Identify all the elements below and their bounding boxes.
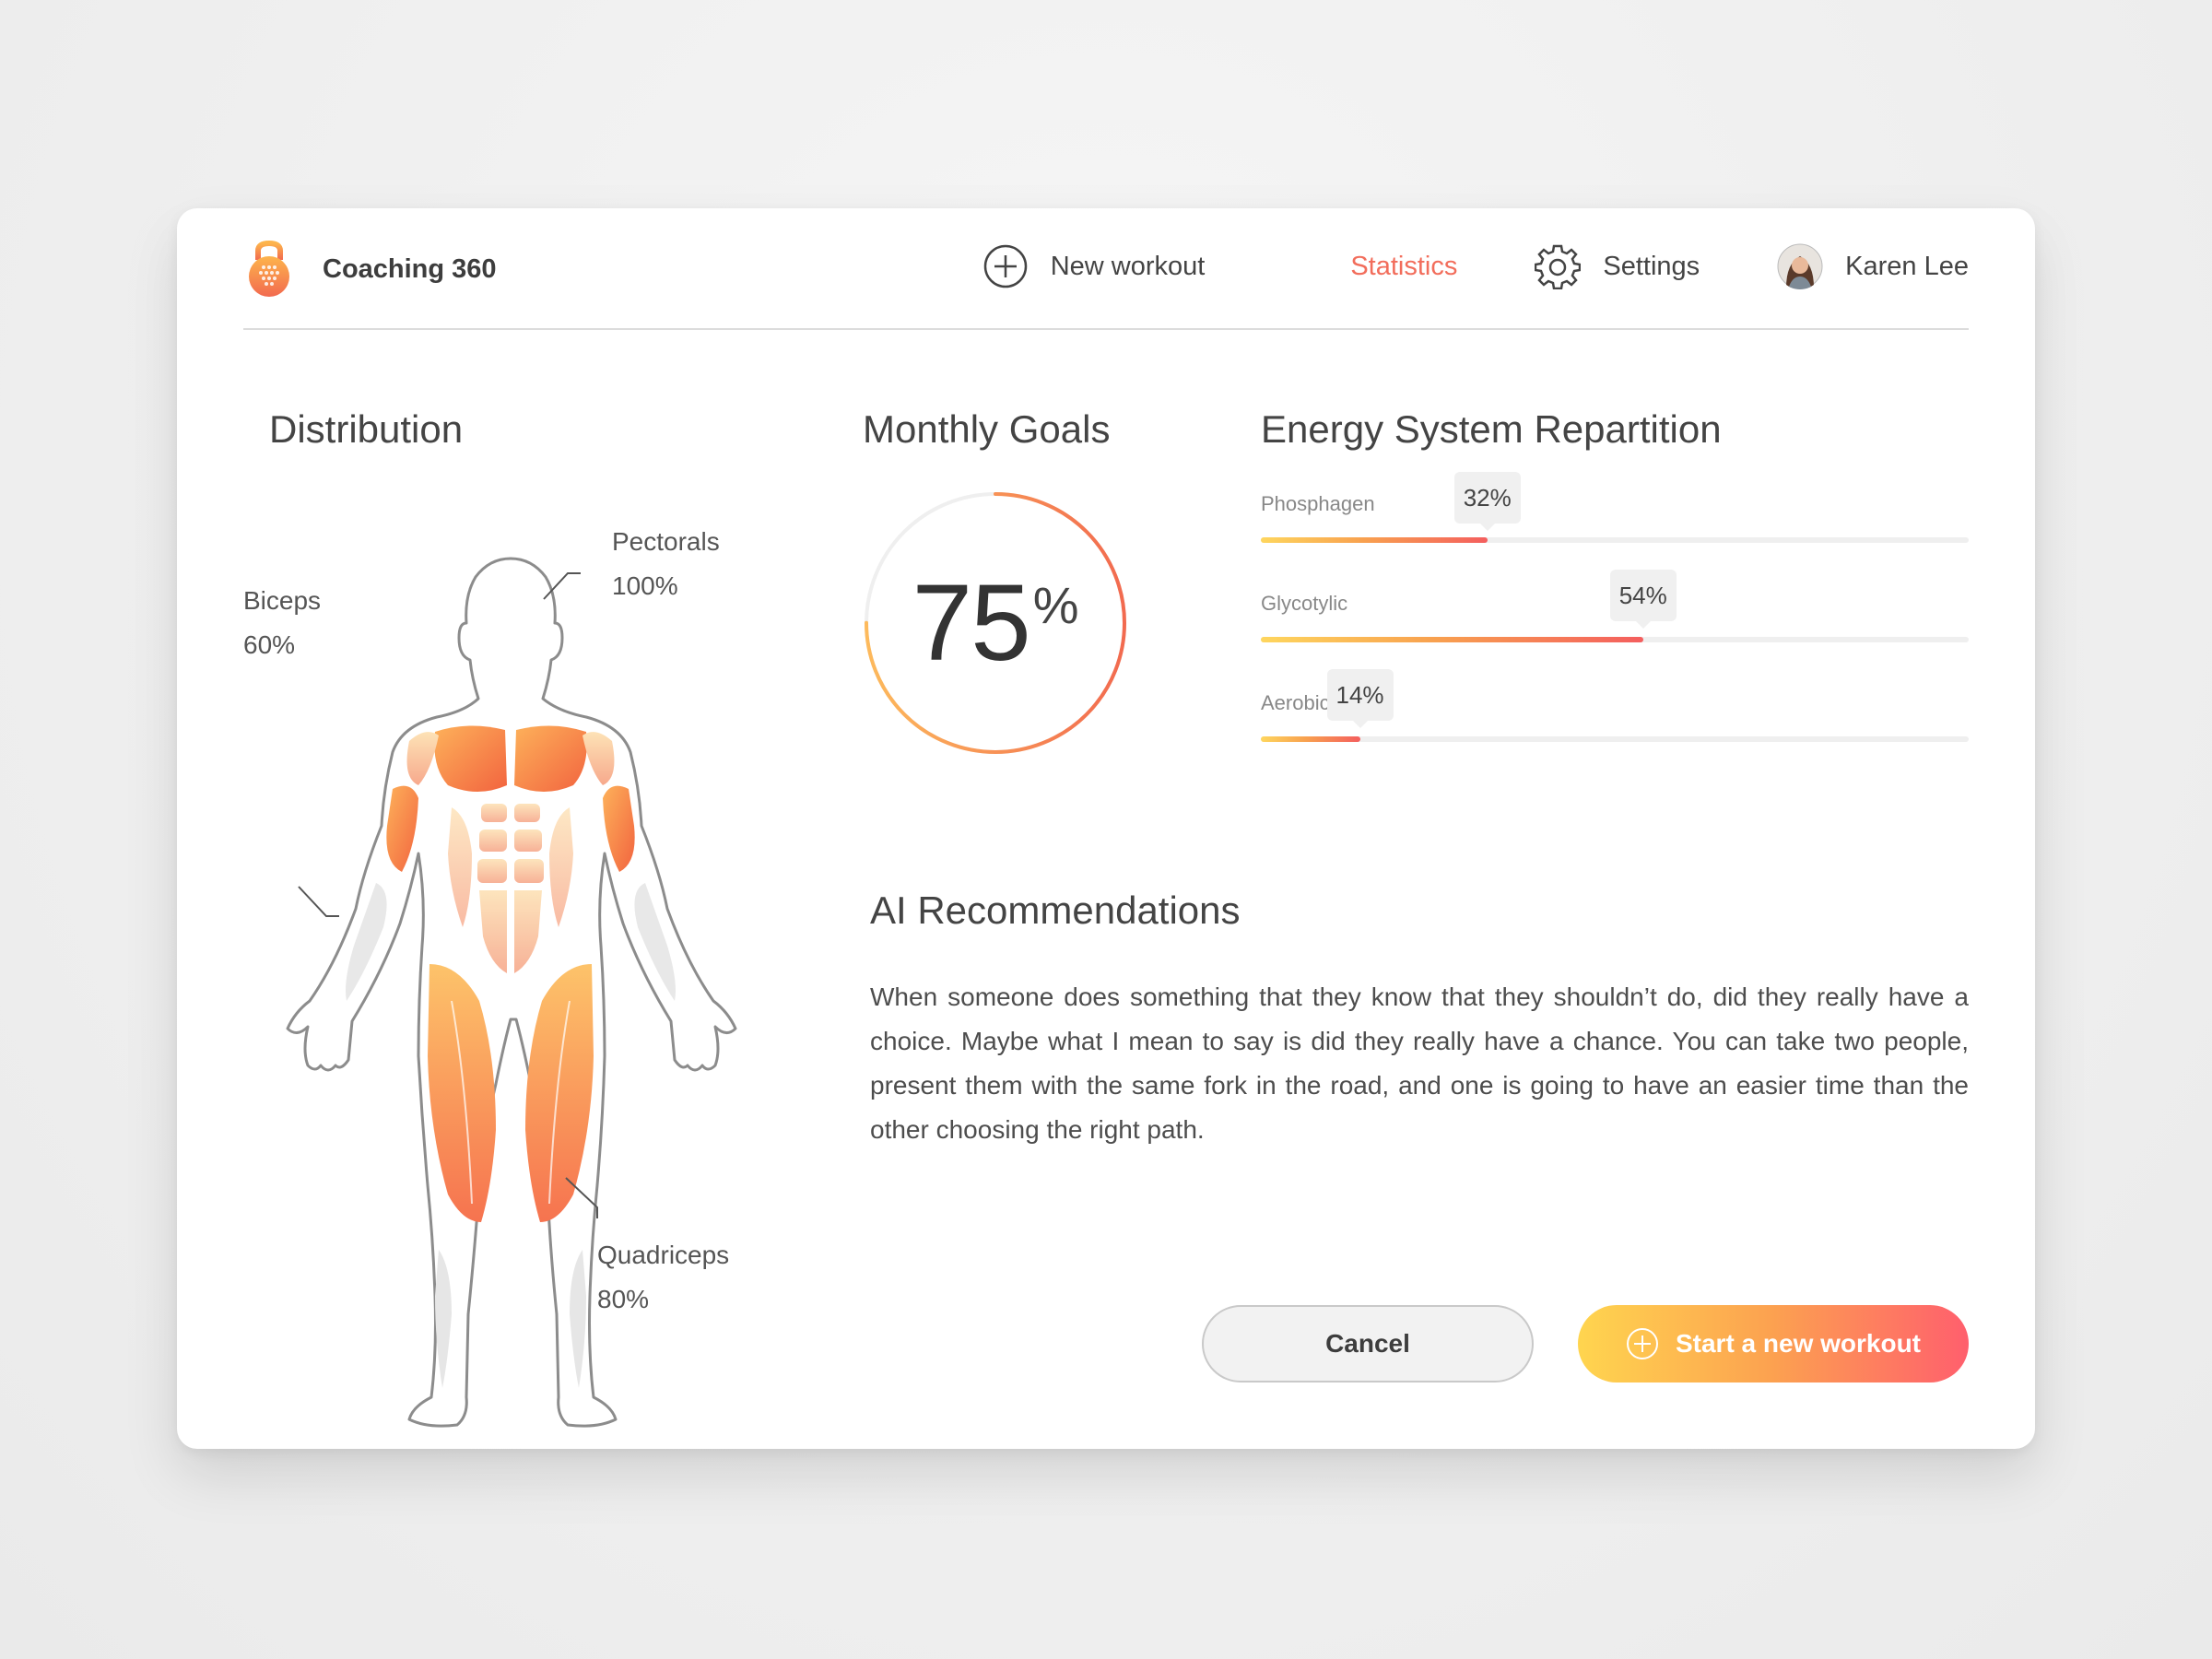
monthly-goals-title: Monthly Goals bbox=[863, 407, 1111, 451]
nav-statistics[interactable]: Statistics bbox=[1282, 243, 1457, 289]
energy-label: Aerobic bbox=[1261, 691, 1330, 714]
energy-track bbox=[1261, 537, 1969, 543]
kettlebell-logo-icon bbox=[249, 240, 289, 297]
app-name: Coaching 360 bbox=[323, 253, 497, 284]
nav-new-workout-label: New workout bbox=[1050, 251, 1206, 281]
avatar bbox=[1777, 243, 1823, 289]
muscle-label-quadriceps: Quadriceps 80% bbox=[597, 1233, 729, 1322]
energy-row-phosphagen: Phosphagen 32% bbox=[1261, 472, 1969, 546]
monthly-goals-gauge: 75 % bbox=[859, 487, 1132, 759]
start-new-workout-button[interactable]: Start a new workout bbox=[1578, 1305, 1969, 1382]
brand[interactable]: Coaching 360 bbox=[243, 240, 497, 299]
energy-value-bubble: 14% bbox=[1326, 669, 1394, 721]
cancel-button-label: Cancel bbox=[1325, 1329, 1410, 1358]
coaching-card: Coaching 360 New workout Statistics Sett… bbox=[177, 208, 2035, 1449]
plus-circle-icon bbox=[983, 244, 1027, 288]
energy-title: Energy System Repartition bbox=[1261, 407, 1722, 451]
energy-value-bubble: 32% bbox=[1453, 472, 1521, 524]
cancel-button[interactable]: Cancel bbox=[1202, 1305, 1534, 1382]
energy-fill bbox=[1261, 736, 1360, 742]
energy-row-glycotylic: Glycotylic 54% bbox=[1261, 570, 1969, 645]
muscle-value: 80% bbox=[597, 1285, 650, 1313]
bar-chart-icon bbox=[1286, 251, 1327, 288]
muscle-name: Biceps bbox=[243, 586, 322, 615]
energy-fill bbox=[1261, 537, 1488, 543]
muscle-label-biceps: Biceps 60% bbox=[243, 579, 321, 667]
nav-user[interactable]: Karen Lee bbox=[1777, 243, 1969, 289]
nav-new-workout[interactable]: New workout bbox=[982, 243, 1206, 289]
energy-fill bbox=[1261, 637, 1643, 642]
nav-settings[interactable]: Settings bbox=[1535, 243, 1700, 289]
main-nav: New workout Statistics Settings Karen Le… bbox=[982, 243, 1969, 289]
muscle-body-figure bbox=[286, 557, 737, 1428]
gear-icon bbox=[1535, 244, 1582, 289]
muscle-label-pectorals: Pectorals 100% bbox=[612, 520, 720, 608]
energy-label: Glycotylic bbox=[1261, 592, 1348, 615]
energy-value-bubble: 54% bbox=[1609, 570, 1677, 621]
energy-label: Phosphagen bbox=[1261, 492, 1375, 515]
gauge-unit: % bbox=[1032, 576, 1079, 634]
muscle-name: Quadriceps bbox=[597, 1241, 730, 1269]
ai-title: AI Recommendations bbox=[870, 888, 1241, 932]
nav-statistics-label: Statistics bbox=[1350, 251, 1458, 281]
muscle-value: 60% bbox=[243, 630, 296, 659]
gauge-value: 75 bbox=[912, 562, 1030, 684]
muscle-value: 100% bbox=[612, 571, 678, 600]
plus-circle-icon bbox=[1626, 1328, 1658, 1359]
start-button-label: Start a new workout bbox=[1675, 1329, 1922, 1358]
energy-track bbox=[1261, 637, 1969, 642]
energy-row-aerobic: Aerobic 14% bbox=[1261, 669, 1969, 745]
ai-recommendation-text: When someone does something that they kn… bbox=[870, 982, 1969, 1144]
energy-track bbox=[1261, 736, 1969, 742]
distribution-title: Distribution bbox=[269, 407, 464, 451]
muscle-name: Pectorals bbox=[612, 527, 720, 556]
nav-user-name: Karen Lee bbox=[1845, 251, 1969, 281]
nav-settings-label: Settings bbox=[1603, 251, 1700, 281]
top-nav-bar: Coaching 360 New workout Statistics Sett… bbox=[243, 208, 1969, 330]
